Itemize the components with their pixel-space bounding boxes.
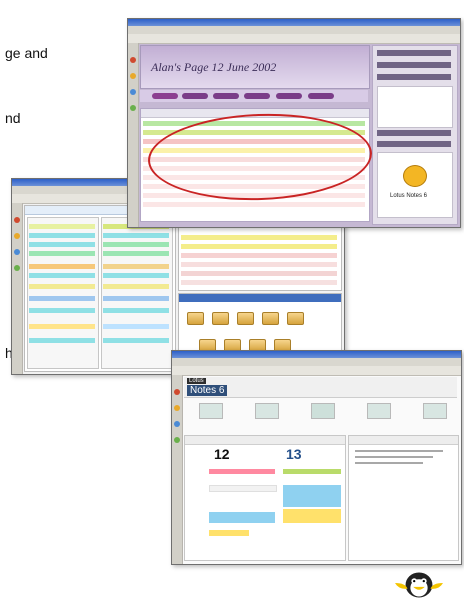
notes6-tiles (184, 399, 457, 429)
nav-pills (140, 90, 368, 102)
folder-icon (187, 312, 204, 325)
notes6-calendar: 12 13 (184, 435, 346, 561)
right-sidebar: Lotus Notes 6 (372, 45, 458, 225)
welcome-banner: Alan's Page 12 June 2002 (140, 45, 370, 89)
banner-title: Alan's Page 12 June 2002 (151, 60, 277, 74)
menu-bar (128, 26, 460, 34)
notes-brand-big: Notes 6 (187, 385, 228, 396)
folder-icon (212, 312, 229, 325)
folder-icon (287, 312, 304, 325)
notes6-right-panel (348, 435, 459, 561)
menu-bar (172, 358, 461, 366)
notes-brand-small: Lotus (187, 378, 206, 384)
penguin-mascot-icon (395, 572, 443, 598)
bullet-text-2: nd (5, 110, 21, 126)
folder-icon (262, 312, 279, 325)
title-bar (128, 19, 460, 26)
toolbar (128, 34, 460, 44)
lotus-notes-logo-text: Lotus Notes 6 (390, 193, 428, 199)
bookmark-bar (12, 203, 23, 374)
title-bar (172, 351, 461, 358)
bookmark-bar (128, 43, 139, 227)
toolbar (172, 366, 461, 376)
bullet-text-1: ge and (5, 45, 48, 61)
screenshot-notes6-welcome: Lotus Notes 6 12 13 (171, 350, 462, 565)
calendar-panel (24, 205, 176, 372)
day-number-12: 12 (214, 446, 230, 462)
bookmark-bar (172, 375, 183, 564)
notes6-header: Lotus Notes 6 (184, 377, 457, 398)
lotus-logo-icon (403, 165, 427, 187)
day-number-13: 13 (286, 446, 302, 462)
folder-icon (237, 312, 254, 325)
